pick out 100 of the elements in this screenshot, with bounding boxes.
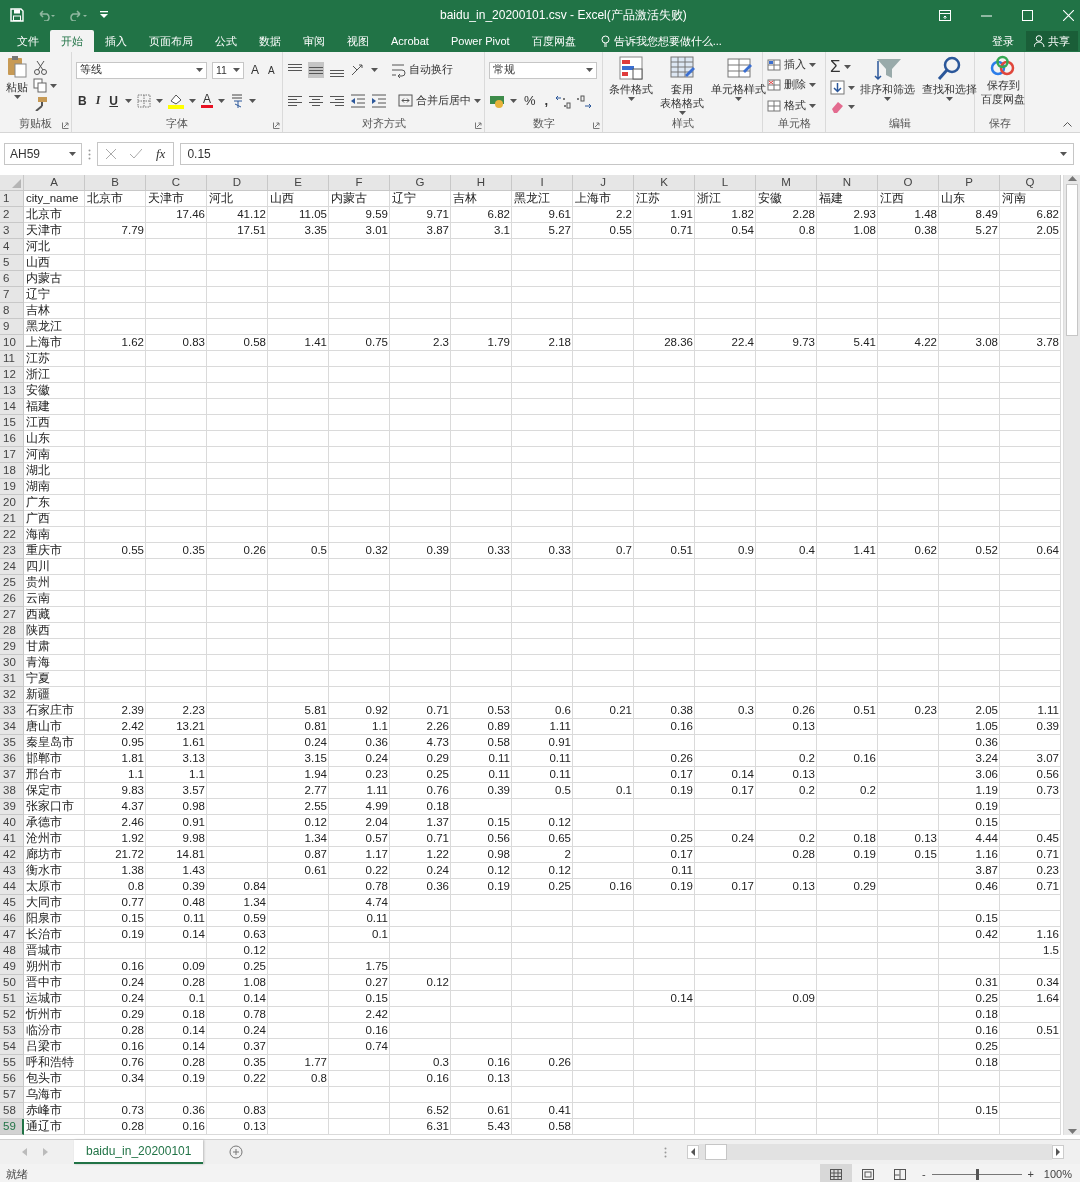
scroll-left-icon[interactable] <box>687 1145 699 1159</box>
align-middle-icon[interactable] <box>308 62 324 79</box>
row-header[interactable]: 24 <box>0 559 24 575</box>
row-header[interactable]: 3 <box>0 223 24 239</box>
row-header[interactable]: 59 <box>0 1119 24 1135</box>
caret-icon[interactable] <box>13 95 21 99</box>
page-break-preview-icon[interactable] <box>893 1168 906 1180</box>
row-header[interactable]: 2 <box>0 207 24 223</box>
ribbon-button[interactable]: 排序和筛选 <box>858 55 917 116</box>
zoom-in-button[interactable]: + <box>1027 1168 1034 1180</box>
merge-center-button[interactable]: 合并后居中 <box>398 93 481 109</box>
fill-icon[interactable] <box>830 80 845 96</box>
column-header[interactable]: H <box>451 175 512 191</box>
column-header[interactable]: M <box>756 175 817 191</box>
name-box[interactable]: AH59 <box>4 143 82 165</box>
row-header[interactable]: 17 <box>0 447 24 463</box>
phonetic-guide-icon[interactable] <box>230 92 245 109</box>
column-header[interactable]: F <box>329 175 390 191</box>
zoom-level[interactable]: 100% <box>1042 1168 1072 1180</box>
row-header[interactable]: 22 <box>0 527 24 543</box>
row-header[interactable]: 46 <box>0 911 24 927</box>
row-header[interactable]: 45 <box>0 895 24 911</box>
ribbon-tab[interactable]: 开始 <box>50 30 94 52</box>
autosum-button[interactable]: Σ <box>830 56 841 77</box>
row-header[interactable]: 39 <box>0 799 24 815</box>
caret-icon[interactable] <box>510 98 517 103</box>
row-header[interactable]: 36 <box>0 751 24 767</box>
column-header[interactable]: O <box>878 175 939 191</box>
merge-cells-icon[interactable] <box>398 93 413 109</box>
dialog-launcher-icon[interactable] <box>475 122 482 129</box>
page-layout-icon[interactable] <box>861 1168 874 1180</box>
row-header[interactable]: 11 <box>0 351 24 367</box>
ribbon-tab[interactable]: 文件 <box>6 30 50 52</box>
cell-styles-icon[interactable] <box>725 55 752 81</box>
collapse-ribbon-icon[interactable] <box>1063 121 1072 127</box>
column-header[interactable]: J <box>573 175 634 191</box>
delete-cells-icon[interactable] <box>767 79 781 92</box>
wrap-text-button[interactable]: 自动换行 <box>391 62 453 78</box>
ribbon-tab[interactable]: 数据 <box>248 30 292 52</box>
row-header[interactable]: 53 <box>0 1023 24 1039</box>
column-header[interactable]: B <box>85 175 146 191</box>
ribbon-tab[interactable]: 页面布局 <box>138 30 204 52</box>
save-icon[interactable] <box>10 8 24 22</box>
row-header[interactable]: 49 <box>0 959 24 975</box>
formula-input[interactable]: 0.15 <box>180 143 1074 165</box>
row-header[interactable]: 40 <box>0 815 24 831</box>
ribbon-button[interactable]: 单元格样式 <box>709 55 768 116</box>
column-header[interactable]: G <box>390 175 451 191</box>
cloud-icon[interactable] <box>990 55 1016 77</box>
caret-icon[interactable] <box>809 63 816 68</box>
caret-icon[interactable] <box>249 98 257 103</box>
format-cells-icon[interactable] <box>767 99 781 112</box>
ribbon-tab[interactable]: Power Pivot <box>439 30 521 52</box>
row-header[interactable]: 51 <box>0 991 24 1007</box>
caret-icon[interactable] <box>946 97 953 101</box>
dialog-launcher-icon[interactable] <box>593 122 600 129</box>
row-header[interactable]: 42 <box>0 847 24 863</box>
column-header[interactable]: A <box>24 175 85 191</box>
row-header[interactable]: 9 <box>0 319 24 335</box>
paste-button[interactable]: 粘贴 <box>4 55 30 116</box>
scroll-down-icon[interactable] <box>1067 1128 1077 1135</box>
row-header[interactable]: 18 <box>0 463 24 479</box>
row-header[interactable]: 1 <box>0 191 24 207</box>
caret-icon[interactable] <box>189 98 196 103</box>
conditional-formatting-icon[interactable] <box>618 55 644 81</box>
copy-icon[interactable] <box>33 78 47 93</box>
row-header[interactable]: 44 <box>0 879 24 895</box>
redo-icon[interactable] <box>68 9 88 21</box>
increase-indent-icon[interactable] <box>371 92 387 109</box>
row-header[interactable]: 48 <box>0 943 24 959</box>
row-header[interactable]: 10 <box>0 335 24 351</box>
row-header[interactable]: 4 <box>0 239 24 255</box>
caret-icon[interactable] <box>884 97 891 101</box>
ribbon-tab[interactable]: 百度网盘 <box>520 30 587 52</box>
undo-icon[interactable] <box>36 9 56 21</box>
row-header[interactable]: 38 <box>0 783 24 799</box>
caret-icon[interactable] <box>809 103 816 108</box>
caret-icon[interactable] <box>50 83 57 88</box>
row-header[interactable]: 30 <box>0 655 24 671</box>
ribbon-button[interactable]: 查找和选择 <box>920 55 979 116</box>
comma-style-button[interactable]: , <box>542 93 551 109</box>
number-format-dropdown[interactable]: 常规 <box>489 61 597 79</box>
row-header[interactable]: 8 <box>0 303 24 319</box>
caret-icon[interactable] <box>69 152 76 156</box>
row-header[interactable]: 16 <box>0 431 24 447</box>
row-header[interactable]: 27 <box>0 607 24 623</box>
column-header[interactable]: K <box>634 175 695 191</box>
row-header[interactable]: 33 <box>0 703 24 719</box>
row-header[interactable]: 43 <box>0 863 24 879</box>
share-button[interactable]: 共享 <box>1026 31 1078 51</box>
row-header[interactable]: 19 <box>0 479 24 495</box>
ribbon-tab[interactable]: 插入 <box>94 30 138 52</box>
font-name-dropdown[interactable]: 等线 <box>76 61 207 79</box>
sign-in-link[interactable]: 登录 <box>992 30 1014 52</box>
caret-icon[interactable] <box>809 83 816 88</box>
caret-icon[interactable] <box>843 64 851 69</box>
ribbon-button[interactable]: 套用 表格格式 <box>658 55 706 116</box>
column-header[interactable]: Q <box>1000 175 1061 191</box>
zoom-out-button[interactable]: - <box>921 1168 926 1180</box>
format-painter-icon[interactable] <box>33 96 48 111</box>
